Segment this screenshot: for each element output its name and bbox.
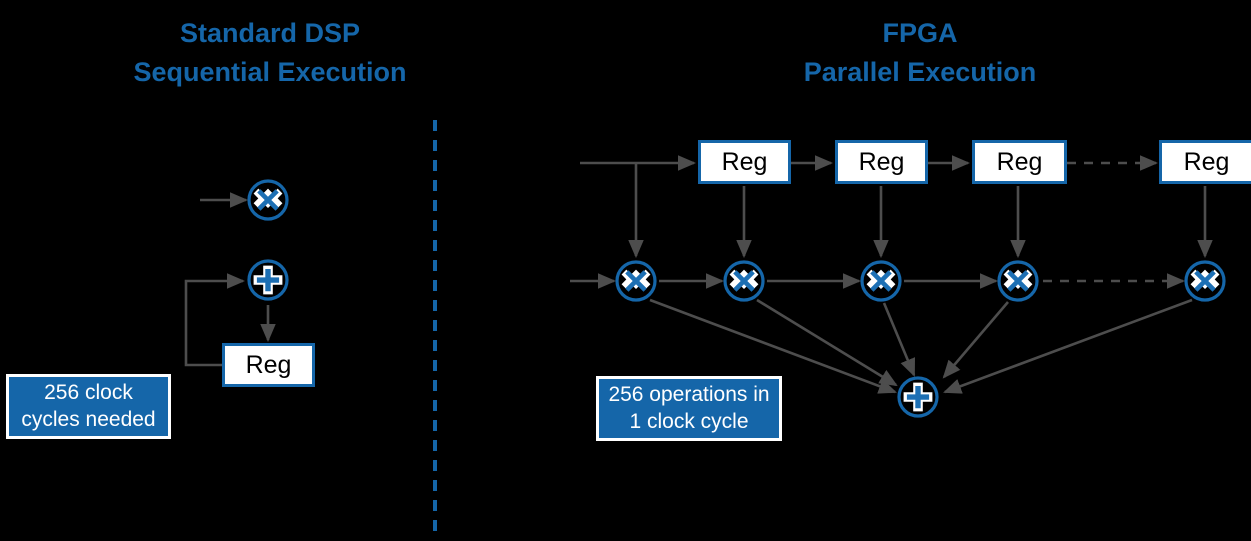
- multiply-operator-icon-3: [859, 259, 903, 303]
- register-label: Reg: [1183, 147, 1230, 176]
- left-title-line2: Sequential Execution: [133, 57, 407, 88]
- register-box-1: Reg: [698, 140, 791, 184]
- callout-left-line1: 256 clock: [44, 380, 133, 404]
- callout-left: 256 clock cycles needed: [6, 374, 171, 439]
- register-box-2: Reg: [835, 140, 928, 184]
- diagram-canvas: Standard DSP Sequential Execution FPGA P…: [0, 0, 1251, 541]
- register-box-4: Reg: [1159, 140, 1251, 184]
- wire-mul4-adder: [942, 301, 1009, 379]
- left-panel-title: Standard DSP Sequential Execution: [60, 14, 480, 92]
- register-box-3: Reg: [972, 140, 1067, 184]
- multiply-operator-icon-2: [722, 259, 766, 303]
- register-label: Reg: [858, 147, 905, 176]
- register-label: Reg: [721, 147, 768, 176]
- wire-mul5-adder: [943, 298, 1193, 394]
- add-operator-icon: [246, 258, 290, 302]
- multiply-operator-icon: [246, 178, 290, 222]
- callout-right-line2: 1 clock cycle: [629, 409, 749, 433]
- left-title-line1: Standard DSP: [179, 18, 361, 48]
- right-title-line2: Parallel Execution: [803, 57, 1037, 88]
- wire-mul2-adder: [756, 298, 898, 387]
- multiply-operator-icon-4: [996, 259, 1040, 303]
- wire-mul3-adder: [882, 302, 916, 377]
- right-panel-title: FPGA Parallel Execution: [700, 14, 1140, 92]
- multiply-operator-icon-1: [614, 259, 658, 303]
- register-label: Reg: [245, 350, 292, 379]
- register-box-left: Reg: [222, 343, 315, 387]
- callout-left-line2: cycles needed: [21, 407, 156, 431]
- callout-right: 256 operations in 1 clock cycle: [596, 376, 782, 441]
- add-operator-icon-right: [896, 375, 940, 419]
- callout-right-line1: 256 operations in: [608, 382, 770, 406]
- right-title-line1: FPGA: [882, 18, 958, 48]
- register-label: Reg: [996, 147, 1043, 176]
- multiply-operator-icon-5: [1183, 259, 1227, 303]
